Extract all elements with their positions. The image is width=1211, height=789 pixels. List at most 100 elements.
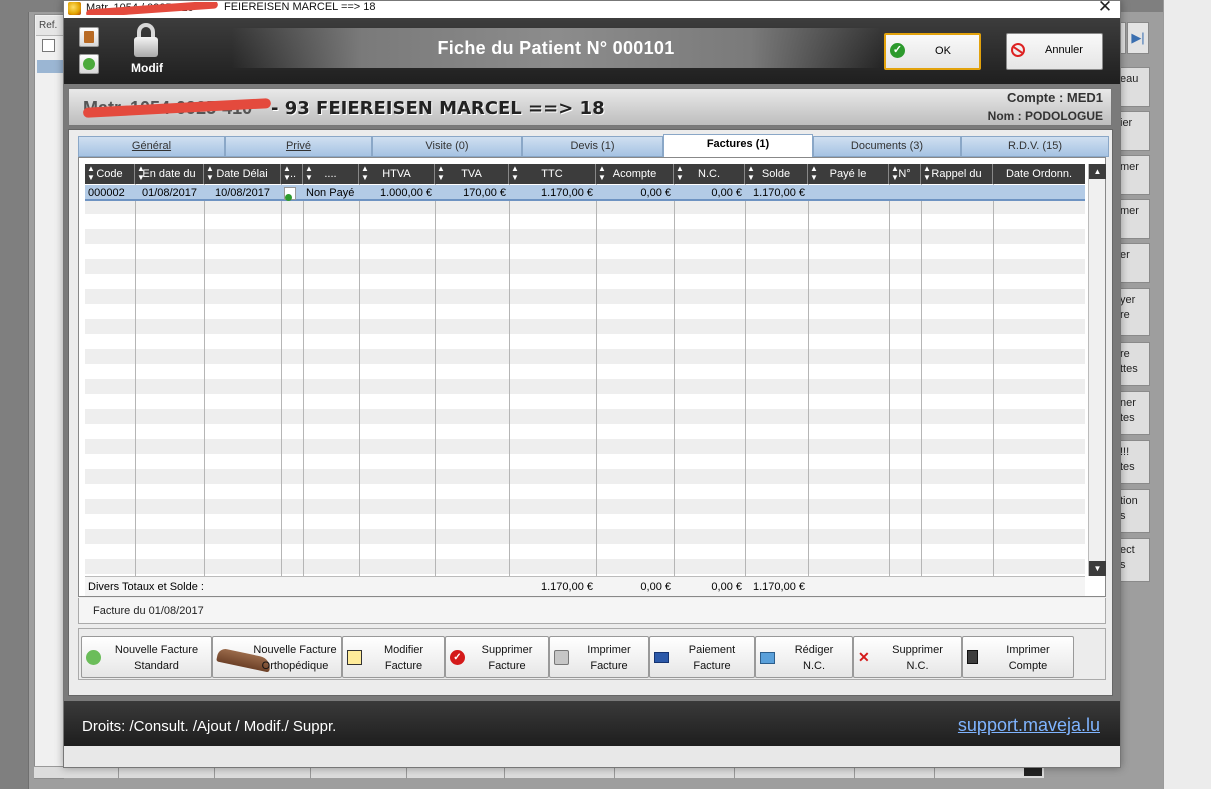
background-side-button[interactable]: yer re (1119, 288, 1150, 336)
background-side-button[interactable]: tion s (1119, 489, 1150, 533)
sort-icon: ▲ ▼ (598, 164, 606, 182)
cancel-button[interactable]: Annuler (1006, 33, 1103, 70)
scroll-up-icon[interactable]: ▲ (1089, 164, 1106, 179)
column-header-rappel[interactable]: ▲ ▼ Rappel du (921, 164, 993, 184)
paid-status-icon (284, 187, 296, 201)
cell-code: 000002 (88, 187, 125, 199)
button-line: N.C. (803, 660, 825, 672)
total-ttc: 1.170,00 € (541, 581, 593, 593)
patient-bar: Matr. 1054-0925-410 - 93 FEIEREISEN MARC… (68, 88, 1112, 126)
column-header-ttc[interactable]: ▲ ▼ TTC (509, 164, 596, 184)
sort-icon: ▲ ▼ (206, 164, 214, 182)
column-header-delai[interactable]: ▲ ▼ Date Délai (204, 164, 281, 184)
column-header-acompte[interactable]: ▲ ▼ Acompte (596, 164, 674, 184)
modif-label[interactable]: Modif (122, 61, 172, 75)
background-side-button[interactable]: !!! tes (1119, 440, 1150, 484)
button-line: Orthopédique (261, 660, 329, 672)
background-side-button[interactable]: ier (1119, 111, 1150, 151)
column-header-solde[interactable]: ▲ ▼ Solde (745, 164, 808, 184)
cell-ttc: 1.170,00 € (541, 187, 593, 199)
background-side-button[interactable]: mer (1119, 155, 1150, 195)
sort-icon: ▲ ▼ (283, 164, 291, 182)
tab-factures[interactable]: Factures (1) (663, 134, 813, 157)
tab-label: Devis (1) (570, 140, 615, 152)
background-side-button[interactable]: ner tes (1119, 391, 1150, 435)
column-header-ordonn[interactable]: Date Ordonn. (993, 164, 1085, 184)
no-entry-icon (1011, 43, 1025, 57)
cell-ordonn (993, 185, 1085, 201)
cell-delai: 10/08/2017 (214, 187, 271, 199)
total-solde: 1.170,00 € (753, 581, 805, 593)
refresh-icon[interactable] (79, 54, 99, 74)
background-side-button[interactable]: ect s (1119, 538, 1150, 582)
background-side-button[interactable]: mer (1119, 199, 1150, 239)
delete-credit-note-button[interactable]: ✕ Supprimer N.C. (853, 636, 962, 678)
button-line: Standard (134, 660, 179, 672)
cell-nc: 0,00 € (711, 187, 742, 199)
button-line: Supprimer (892, 644, 943, 656)
background-table (34, 14, 64, 779)
button-line: Facture (693, 660, 731, 672)
write-credit-note-button[interactable]: Rédiger N.C. (755, 636, 853, 678)
background-side-button[interactable]: re ttes (1119, 342, 1150, 386)
tab-visite[interactable]: Visite (0) (372, 136, 522, 157)
tab-documents[interactable]: Documents (3) (813, 136, 961, 157)
background-selected-row[interactable] (37, 60, 64, 73)
tab-general[interactable]: Général (78, 136, 225, 157)
column-header-status[interactable]: ▲ ▼.... (303, 164, 359, 184)
cell-acompte: 0,00 € (640, 187, 671, 199)
sort-icon: ▲ ▼ (437, 164, 445, 182)
column-header-date[interactable]: ▲ ▼ En date du (135, 164, 204, 184)
tab-prive[interactable]: Privé (225, 136, 372, 157)
edit-invoice-button[interactable]: Modifier Facture (342, 636, 445, 678)
column-header-numero[interactable]: ▲ ▼ N° (889, 164, 921, 184)
table-row[interactable]: 000002 01/08/2017 10/08/2017 Non Payé 1.… (85, 185, 1085, 201)
column-header-icon[interactable]: ▲ ▼... (281, 164, 303, 184)
tab-label: Factures (1) (706, 138, 770, 150)
pay-invoice-button[interactable]: Paiement Facture (649, 636, 755, 678)
column-header-code[interactable]: ▲ ▼ Code (85, 164, 135, 184)
button-line: Nouvelle Facture (253, 644, 337, 656)
button-line: Imprimer (1006, 644, 1050, 656)
scroll-down-icon[interactable]: ▼ (1089, 561, 1106, 576)
ok-button[interactable]: ✓ OK (884, 33, 981, 70)
new-ortho-invoice-button[interactable]: Nouvelle Facture Orthopédique (212, 636, 342, 678)
button-line: Imprimer (587, 644, 631, 656)
cell-htva: 1.000,00 € (380, 187, 432, 199)
tab-strip: Général Privé Visite (0) Devis (1) Factu… (78, 134, 1110, 157)
grid-scrollbar[interactable]: ▲ ▼ (1088, 164, 1106, 576)
edit-pen-icon (347, 650, 362, 665)
background-side-button[interactable]: er (1119, 243, 1150, 283)
background-ref-header: Ref. (36, 16, 64, 36)
cell-tva: 170,00 € (463, 187, 506, 199)
dialog-bottom-strip (64, 746, 1120, 767)
column-header-paye-le[interactable]: ▲ ▼ Payé le (808, 164, 889, 184)
cell-date: 01/08/2017 (141, 187, 198, 199)
tab-devis[interactable]: Devis (1) (522, 136, 663, 157)
patient-name: - 93 FEIEREISEN MARCEL ==> 18 (271, 98, 605, 119)
total-acompte: 0,00 € (640, 581, 671, 593)
tab-rdv[interactable]: R.D.V. (15) (961, 136, 1109, 157)
button-line: Compte (1008, 660, 1048, 672)
totals-row: Divers Totaux et Solde : 1.170,00 € 0,00… (85, 576, 1085, 596)
background-side-button[interactable]: eau (1119, 67, 1150, 107)
app-icon (68, 2, 81, 15)
clipboard-icon[interactable] (79, 27, 99, 47)
tab-label: Visite (0) (425, 140, 469, 152)
button-line: N.C. (906, 660, 929, 672)
support-link[interactable]: support.maveja.lu (958, 715, 1100, 736)
button-line: Paiement (688, 644, 736, 656)
print-invoice-button[interactable]: Imprimer Facture (549, 636, 649, 678)
close-icon[interactable]: ✕ (1094, 0, 1116, 16)
column-header-htva[interactable]: ▲ ▼ HTVA (359, 164, 435, 184)
last-page-icon[interactable]: ▶| (1127, 22, 1149, 54)
lock-icon[interactable] (134, 23, 158, 57)
check-icon: ✓ (890, 43, 905, 58)
print-account-button[interactable]: Imprimer Compte (962, 636, 1074, 678)
column-header-nc[interactable]: ▲ ▼ N.C. (674, 164, 745, 184)
new-standard-invoice-button[interactable]: Nouvelle Facture Standard (81, 636, 212, 678)
column-header-tva[interactable]: ▲ ▼ TVA (435, 164, 509, 184)
background-checkbox[interactable] (42, 39, 55, 52)
button-line: Facture (384, 660, 423, 672)
delete-invoice-button[interactable]: ✓ Supprimer Facture (445, 636, 549, 678)
